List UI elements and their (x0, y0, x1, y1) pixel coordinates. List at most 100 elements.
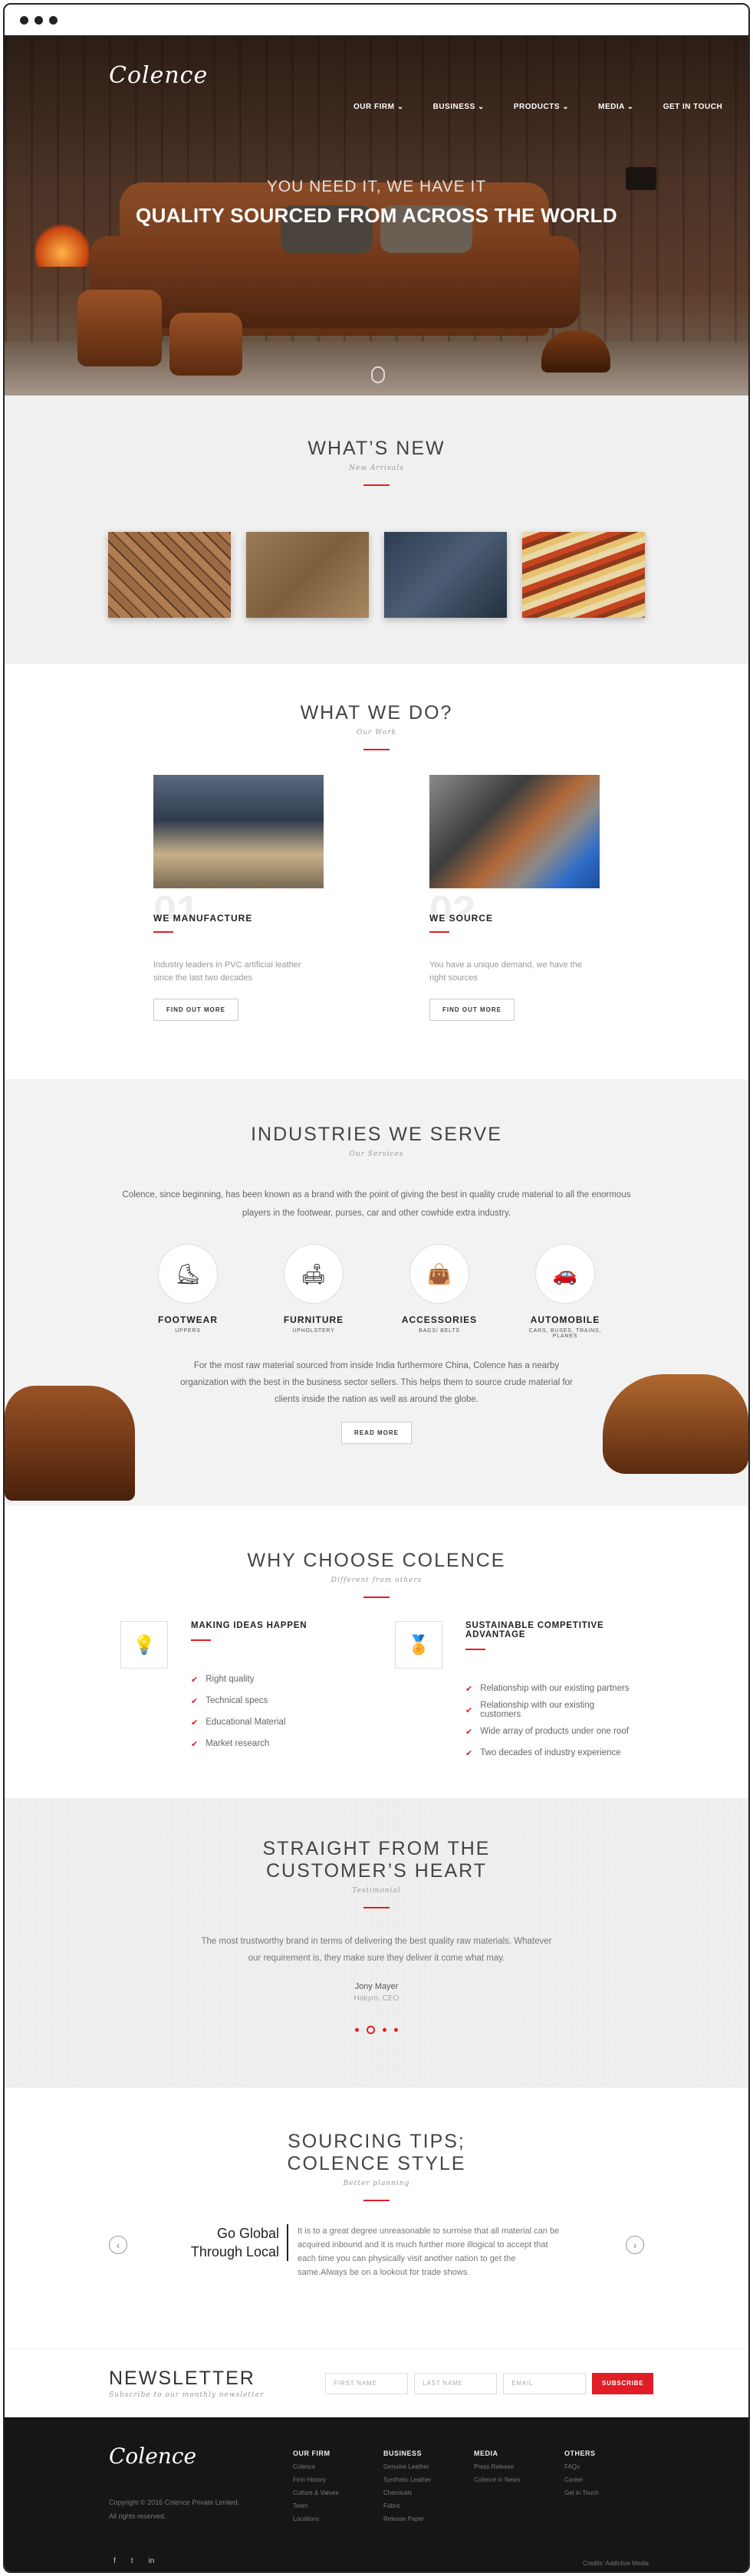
list-item: ✔ Relationship with our existing partners (465, 1684, 630, 1694)
carousel-dot[interactable] (394, 2028, 398, 2032)
scroll-mouse-icon[interactable] (371, 366, 385, 383)
footer-link[interactable]: Fabric (383, 2502, 431, 2509)
main-nav: Colence (5, 37, 748, 113)
section-subtitle: New Arrivals (349, 464, 404, 472)
service-title: WE SOURCE (429, 913, 494, 924)
social-links: f t in (113, 2557, 154, 2565)
factory-image (153, 775, 324, 888)
check-icon: ✔ (465, 1684, 473, 1694)
footer-link[interactable]: Team (293, 2502, 338, 2509)
browser-frame: Colence OUR FIRM ⌄ BUSINESS ⌄ PRODUCTS ⌄… (3, 3, 750, 2573)
check-icon: ✔ (465, 1705, 473, 1715)
check-icon: ✔ (191, 1696, 199, 1706)
service-card: 02 WE SOURCE You have a unique demand, w… (429, 775, 600, 1021)
shoe-icon: ⛸ (158, 1244, 218, 1304)
footer-link[interactable]: Press Release (474, 2463, 520, 2470)
service-title: WE MANUFACTURE (153, 913, 253, 924)
bag-image (5, 1386, 135, 1501)
testimonial-role: Hakyro, CEO (353, 1994, 400, 2003)
nav-products[interactable]: PRODUCTS ⌄ (514, 103, 569, 111)
footer-col-others: OTHERS FAQs Career Get in Touch (564, 2450, 599, 2496)
footer-link[interactable]: Culture & Values (293, 2489, 338, 2496)
shoe-image (603, 1374, 748, 1474)
nav-media[interactable]: MEDIA ⌄ (598, 103, 634, 111)
hero-line-2: QUALITY SOURCED FROM ACROSS THE WORLD (136, 204, 617, 227)
what-we-do-section: WHAT WE DO? Our Work 01 WE MANUFACTURE I… (5, 664, 748, 1079)
hero-text: YOU NEED IT, WE HAVE IT QUALITY SOURCED … (5, 178, 748, 228)
list-item: ✔ Educational Material (191, 1718, 286, 1728)
carousel-dot-active[interactable] (367, 2026, 375, 2034)
swatch-leather-stack[interactable] (522, 532, 645, 618)
check-icon: ✔ (191, 1675, 199, 1685)
find-out-more-button[interactable]: FIND OUT MORE (429, 999, 515, 1021)
divider (363, 484, 390, 486)
industries-intro: Colence, since beginning, has been known… (122, 1190, 631, 1218)
swatch-blue-leather[interactable] (384, 532, 507, 618)
footer-link[interactable]: Get in Touch (564, 2489, 599, 2496)
newsletter-bar: NEWSLETTER Subscribe to our monthly news… (5, 2348, 748, 2417)
footer-link[interactable]: Genuine Leather (383, 2463, 431, 2470)
footer-logo[interactable]: Colence (109, 2443, 196, 2469)
bag-image (77, 290, 162, 366)
footer-link[interactable]: Colence (293, 2463, 338, 2470)
email-input[interactable]: EMAIL (503, 2372, 587, 2394)
window-dot (49, 15, 58, 25)
read-more-button[interactable]: READ MORE (341, 1422, 412, 1444)
swatch-woven-leather[interactable] (108, 532, 231, 618)
list-item: ✔ Right quality (191, 1675, 255, 1685)
carousel-dots (5, 2026, 748, 2034)
subscribe-button[interactable]: SUBSCRIBE (592, 2372, 654, 2394)
twitter-icon[interactable]: t (131, 2557, 133, 2565)
footer-link[interactable]: Release Paper (383, 2515, 431, 2522)
industry-footwear[interactable]: ⛸ FOOTWEAR UPPERS (148, 1244, 228, 1339)
industries-section: INDUSTRIES WE SERVE Our Services Colence… (5, 1079, 748, 1505)
last-name-input[interactable]: LAST NAME (414, 2372, 498, 2394)
footer-link[interactable]: Career (564, 2476, 599, 2483)
industry-automobile[interactable]: 🚗 AUTOMOBILE CARS, BUSES, TRAINS, PLANES (525, 1244, 605, 1339)
hero-line-1: YOU NEED IT, WE HAVE IT (266, 178, 487, 195)
list-item: ✔ Two decades of industry experience (465, 1748, 621, 1758)
footer-link[interactable]: FAQs (564, 2463, 599, 2470)
find-out-more-button[interactable]: FIND OUT MORE (153, 999, 238, 1021)
linkedin-icon[interactable]: in (149, 2557, 155, 2565)
list-item: ✔ Market research (191, 1739, 270, 1749)
footer-link[interactable]: Synthetic Leather (383, 2476, 431, 2483)
nav-business[interactable]: BUSINESS ⌄ (433, 103, 485, 111)
footer-link[interactable]: Locations (293, 2515, 338, 2522)
sourcing-tips-section: SOURCING TIPS; COLENCE STYLE Better plan… (5, 2088, 748, 2348)
nav-get-in-touch[interactable]: GET IN TOUCH (663, 103, 722, 111)
chevron-left-icon[interactable]: ‹ (109, 2236, 127, 2254)
industry-accessories[interactable]: 👜 ACCESSORIES BAGS/ BELTS (400, 1244, 479, 1339)
check-icon: ✔ (191, 1718, 199, 1728)
tip-text: It is to a great degree unreasonable to … (298, 2227, 560, 2277)
check-icon: ✔ (191, 1739, 199, 1749)
footer-link[interactable]: Chemicals (383, 2489, 431, 2496)
why-column-advantage: 🏅 SUSTAINABLE COMPETITIVE ADVANTAGE ✔ Rel… (395, 1621, 633, 1764)
carousel-dot[interactable] (355, 2028, 359, 2032)
copyright: Copyright © 2016 Colence Private Limited… (109, 2499, 240, 2520)
divider (363, 1596, 390, 1598)
footer-link[interactable]: Firm History (293, 2476, 338, 2483)
why-choose-section: WHY CHOOSE COLENCE Different from others… (5, 1505, 748, 1798)
why-column-ideas: 💡 MAKING IDEAS HAPPEN ✔ Right quality ✔ Te… (120, 1621, 358, 1764)
footer-col-our-firm: OUR FIRM Colence Firm History Culture & … (293, 2450, 339, 2522)
nav-our-firm[interactable]: OUR FIRM ⌄ (353, 103, 404, 111)
lightbulb-icon: 💡 (120, 1621, 168, 1669)
swatch-tan-leather[interactable] (246, 532, 369, 618)
facebook-icon[interactable]: f (113, 2557, 116, 2565)
industry-furniture[interactable]: 🛋 FURNITURE UPHOLSTERY (274, 1244, 353, 1339)
logo[interactable]: Colence (109, 62, 208, 89)
car-icon: 🚗 (535, 1244, 595, 1304)
check-icon: ✔ (465, 1748, 473, 1758)
footer-col-business: BUSINESS Genuine Leather Synthetic Leath… (383, 2450, 432, 2522)
footer-link[interactable]: Colence in News (474, 2476, 520, 2483)
section-subtitle: Different from others (330, 1577, 423, 1584)
carousel-dot[interactable] (383, 2028, 386, 2032)
swatch-gallery (5, 532, 748, 618)
service-text: Industry leaders in PVC artificial leath… (153, 960, 301, 983)
chevron-right-icon[interactable]: › (626, 2236, 644, 2254)
credits[interactable]: Credits: Addictive Media (583, 2560, 649, 2567)
testimonial-section: STRAIGHT FROM THE CUSTOMER’S HEART Testi… (5, 1798, 748, 2088)
first-name-input[interactable]: FIRST NAME (325, 2372, 409, 2394)
industries-text: For the most raw material sourced from i… (180, 1361, 573, 1404)
